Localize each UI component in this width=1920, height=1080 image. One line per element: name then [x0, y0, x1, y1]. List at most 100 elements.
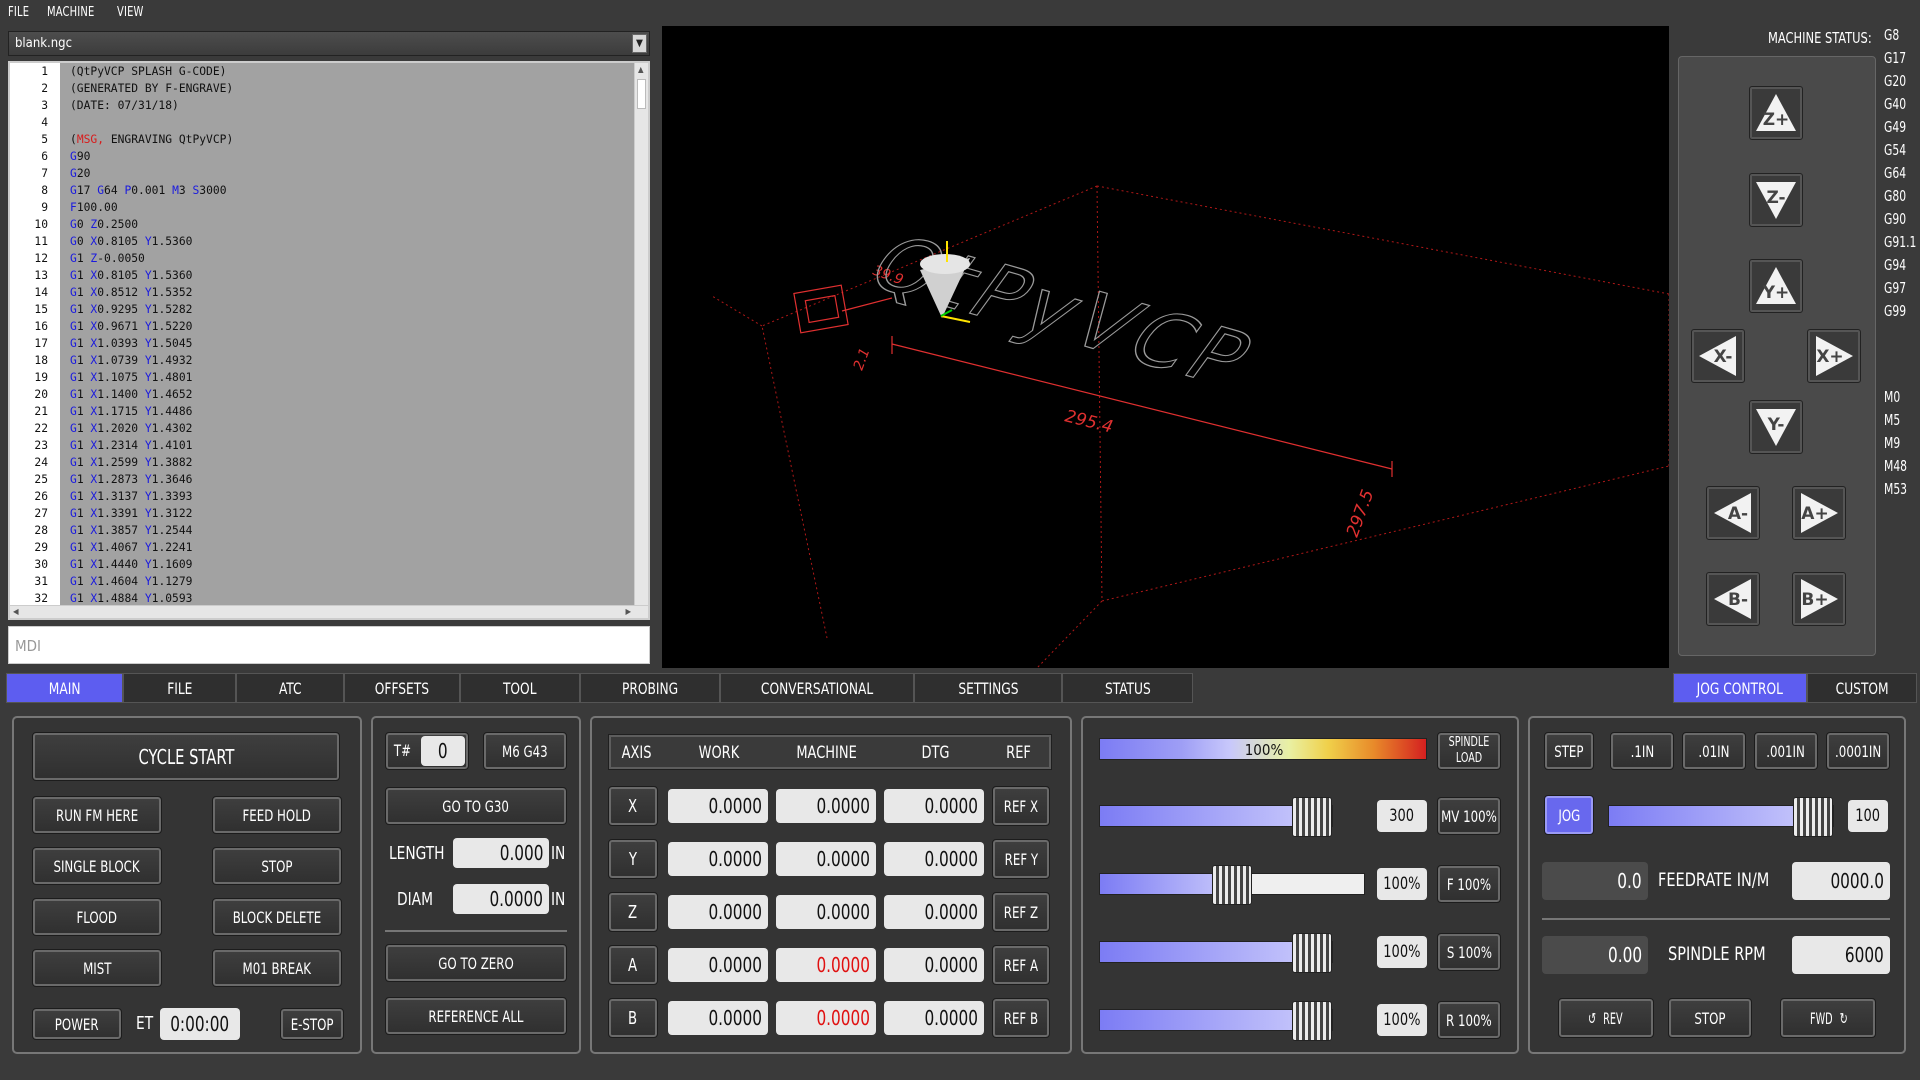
horizontal-scrollbar[interactable]: ◀ ▶	[10, 605, 648, 618]
jog-y-plus-button[interactable]: Y+	[1749, 259, 1803, 313]
tab-custom[interactable]: CUSTOM	[1807, 673, 1917, 703]
gcode-line[interactable]: G1 X1.1715 Y1.4486	[60, 403, 636, 420]
backplot-viewport[interactable]: 295.4 297.5 2.1 39.9 QtPyVCP	[662, 26, 1670, 669]
ref-axis-button[interactable]: REF A	[992, 945, 1050, 985]
gcode-line[interactable]: G1 X1.4067 Y1.2241	[60, 539, 636, 556]
file-select-combo[interactable]: blank.ngc ▼	[8, 31, 650, 56]
ref-axis-button[interactable]: REF Z	[992, 892, 1050, 932]
mist-button[interactable]: MIST	[32, 949, 162, 987]
gcode-line[interactable]: (DATE: 07/31/18)	[60, 97, 636, 114]
gcode-line[interactable]: G1 X1.2873 Y1.3646	[60, 471, 636, 488]
tab-jog-control[interactable]: JOG CONTROL	[1673, 673, 1807, 703]
gcode-line[interactable]: G1 X1.2599 Y1.3882	[60, 454, 636, 471]
spindle-override-slider[interactable]	[1099, 933, 1333, 973]
tab-tool[interactable]: TOOL	[460, 673, 580, 703]
gcode-line[interactable]: G0 Z0.2500	[60, 216, 636, 233]
gcode-line[interactable]: G1 X0.8105 Y1.5360	[60, 267, 636, 284]
spindle-reverse-button[interactable]: ↺ REV	[1558, 998, 1654, 1038]
max-velocity-slider[interactable]	[1099, 797, 1333, 837]
increment-0-1-button[interactable]: .1IN	[1610, 732, 1674, 770]
max-velocity-reset-button[interactable]: MV 100%	[1437, 797, 1501, 835]
ref-axis-button[interactable]: REF Y	[992, 839, 1050, 879]
block-delete-button[interactable]: BLOCK DELETE	[212, 898, 342, 936]
estop-button[interactable]: E-STOP	[280, 1008, 344, 1040]
m6-g43-button[interactable]: M6 G43	[483, 732, 567, 770]
cycle-start-button[interactable]: CYCLE START	[32, 732, 340, 781]
gcode-line[interactable]: G1 X1.4604 Y1.1279	[60, 573, 636, 590]
chevron-down-icon[interactable]: ▼	[632, 34, 647, 53]
reference-all-button[interactable]: REFERENCE ALL	[385, 997, 567, 1035]
jog-x-plus-button[interactable]: X+	[1807, 329, 1861, 383]
tab-file[interactable]: FILE	[123, 673, 236, 703]
spindle-override-reset-button[interactable]: S 100%	[1437, 933, 1501, 971]
jog-z-minus-button[interactable]: Z-	[1749, 173, 1803, 227]
feed-override-slider[interactable]	[1099, 865, 1365, 905]
jog-a-plus-button[interactable]: A+	[1792, 486, 1846, 540]
gcode-line[interactable]: G1 X1.3857 Y1.2544	[60, 522, 636, 539]
menu-file[interactable]: FILE	[8, 5, 29, 20]
menu-machine[interactable]: MACHINE	[47, 5, 94, 20]
tab-main[interactable]: MAIN	[6, 673, 123, 703]
rapid-override-slider[interactable]	[1099, 1001, 1333, 1041]
power-button[interactable]: POWER	[32, 1008, 122, 1040]
feed-override-reset-button[interactable]: F 100%	[1437, 865, 1501, 903]
gcode-line[interactable]	[60, 114, 636, 131]
increment-0-01-button[interactable]: .01IN	[1682, 732, 1746, 770]
slider-handle[interactable]	[1292, 933, 1332, 973]
gcode-line[interactable]: G1 X1.1400 Y1.4652	[60, 386, 636, 403]
mdi-input[interactable]: MDI	[8, 626, 650, 664]
gcode-line[interactable]: G1 X1.2020 Y1.4302	[60, 420, 636, 437]
gcode-line[interactable]: G1 X1.1075 Y1.4801	[60, 369, 636, 386]
gcode-line[interactable]: G17 G64 P0.001 M3 S3000	[60, 182, 636, 199]
gcode-line[interactable]: G1 X0.9671 Y1.5220	[60, 318, 636, 335]
gcode-line[interactable]: (QtPyVCP SPLASH G-CODE)	[60, 63, 636, 80]
tab-status[interactable]: STATUS	[1062, 673, 1193, 703]
gcode-line[interactable]: G1 X1.3137 Y1.3393	[60, 488, 636, 505]
gcode-line[interactable]: G1 X1.4440 Y1.1609	[60, 556, 636, 573]
jog-y-minus-button[interactable]: Y-	[1749, 400, 1803, 454]
m01-break-button[interactable]: M01 BREAK	[212, 949, 342, 987]
step-button[interactable]: STEP	[1544, 732, 1594, 770]
spindle-forward-button[interactable]: FWD ↻	[1780, 998, 1876, 1038]
feed-hold-button[interactable]: FEED HOLD	[212, 796, 342, 834]
gcode-line[interactable]: (GENERATED BY F-ENGRAVE)	[60, 80, 636, 97]
gcode-line[interactable]: G1 X1.0739 Y1.4932	[60, 352, 636, 369]
gcode-line[interactable]: G0 X0.8105 Y1.5360	[60, 233, 636, 250]
gcode-line[interactable]: G1 X0.8512 Y1.5352	[60, 284, 636, 301]
jog-mode-button[interactable]: JOG	[1544, 795, 1594, 835]
vertical-scrollbar[interactable]: ▲	[634, 63, 648, 607]
slider-handle[interactable]	[1292, 1001, 1332, 1041]
spindle-stop-button[interactable]: STOP	[1668, 998, 1752, 1038]
rapid-override-reset-button[interactable]: R 100%	[1437, 1001, 1501, 1039]
goto-g30-button[interactable]: GO TO G30	[385, 787, 567, 825]
gcode-line[interactable]: G1 X1.3391 Y1.3122	[60, 505, 636, 522]
jog-a-minus-button[interactable]: A-	[1706, 486, 1760, 540]
increment-0-001-button[interactable]: .001IN	[1754, 732, 1818, 770]
single-block-button[interactable]: SINGLE BLOCK	[32, 847, 162, 885]
gcode-text-area[interactable]: (QtPyVCP SPLASH G-CODE) (GENERATED BY F-E…	[60, 63, 636, 607]
tab-atc[interactable]: ATC	[236, 673, 344, 703]
tab-offsets[interactable]: OFFSETS	[344, 673, 460, 703]
gcode-line[interactable]: G20	[60, 165, 636, 182]
goto-zero-button[interactable]: GO TO ZERO	[385, 944, 567, 982]
jog-x-minus-button[interactable]: X-	[1691, 329, 1745, 383]
jog-speed-slider[interactable]	[1608, 797, 1834, 837]
slider-handle[interactable]	[1793, 797, 1833, 837]
gcode-line[interactable]: (MSG, ENGRAVING QtPyVCP)	[60, 131, 636, 148]
jog-b-minus-button[interactable]: B-	[1706, 572, 1760, 626]
ref-axis-button[interactable]: REF B	[992, 998, 1050, 1038]
tab-conversational[interactable]: CONVERSATIONAL	[720, 673, 914, 703]
flood-button[interactable]: FLOOD	[32, 898, 162, 936]
slider-handle[interactable]	[1292, 797, 1332, 837]
run-from-here-button[interactable]: RUN FM HERE	[32, 796, 162, 834]
gcode-line[interactable]: G90	[60, 148, 636, 165]
gcode-line[interactable]: G1 X1.2314 Y1.4101	[60, 437, 636, 454]
gcode-line[interactable]: G1 X1.0393 Y1.5045	[60, 335, 636, 352]
jog-z-plus-button[interactable]: Z+	[1749, 86, 1803, 140]
tool-number-input[interactable]: 0	[421, 736, 465, 766]
ref-axis-button[interactable]: REF X	[992, 786, 1050, 826]
gcode-line[interactable]: G1 X0.9295 Y1.5282	[60, 301, 636, 318]
scrollbar-thumb[interactable]	[637, 79, 646, 109]
slider-handle[interactable]	[1212, 865, 1252, 905]
stop-button[interactable]: STOP	[212, 847, 342, 885]
